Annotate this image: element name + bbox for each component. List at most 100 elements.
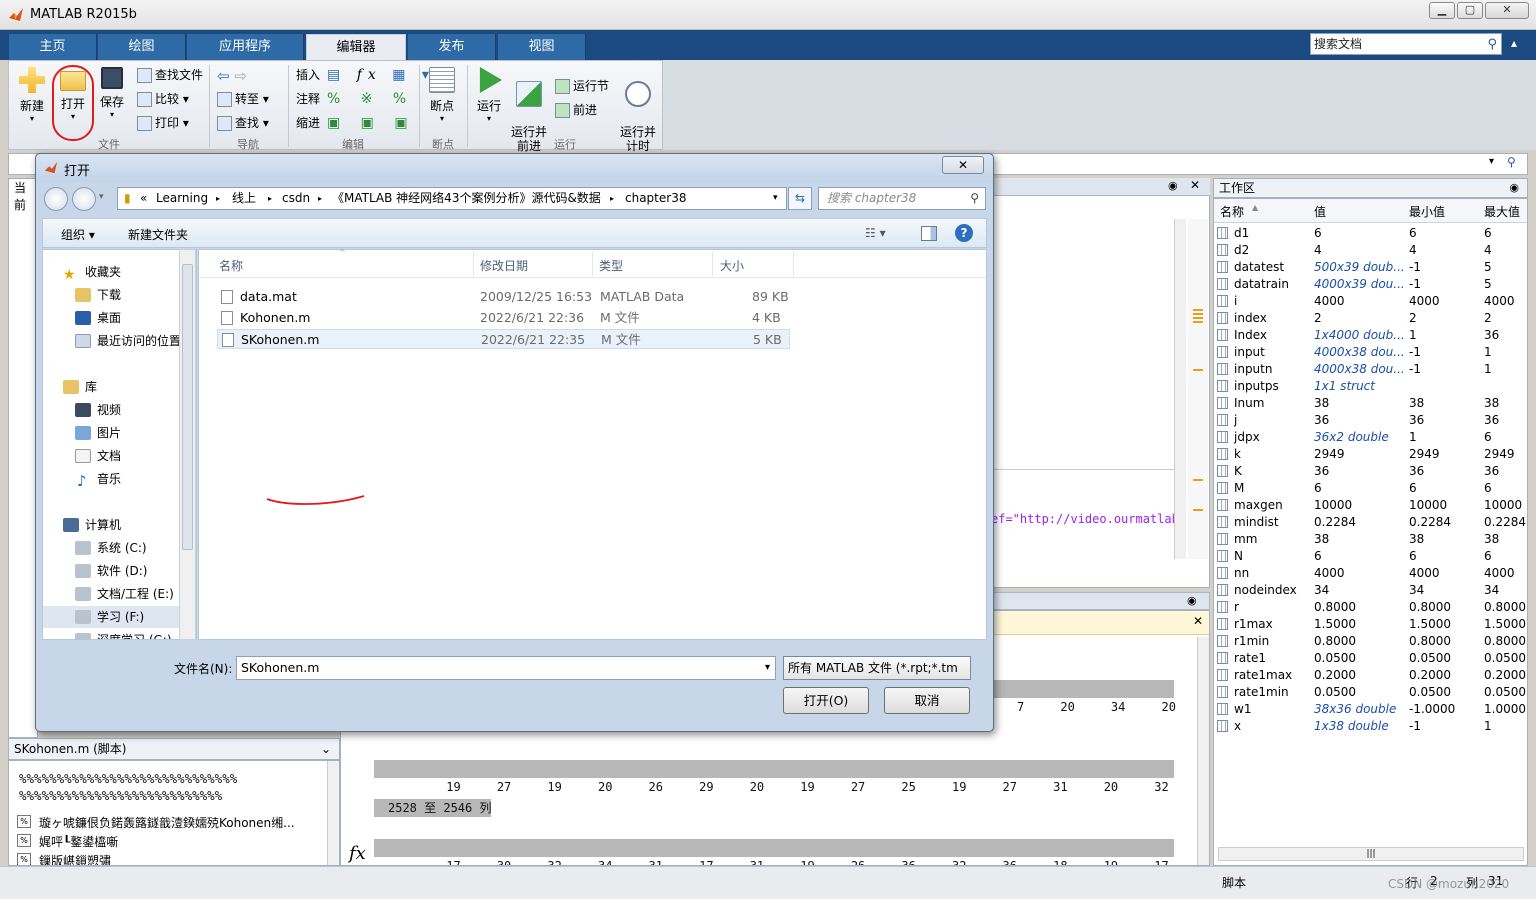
detail-section-item[interactable]: 璇ヶ唬鐮佷负鍩轰簬鐩戠潱鍨嬬殑Kohonen缃... (39, 814, 295, 831)
workspace-row[interactable]: nn 4000 4000 4000 (1214, 565, 1527, 582)
dialog-close-button[interactable]: ✕ (942, 156, 984, 174)
breadcrumb-overflow[interactable]: « (140, 188, 147, 209)
details-panel-header[interactable]: SKohonen.m (脚本) ⌄ (8, 738, 340, 760)
workspace-row[interactable]: r1min 0.8000 0.8000 0.8000 (1214, 633, 1527, 650)
chevron-down-icon[interactable]: ⌄ (321, 739, 331, 759)
command-scrollbar[interactable] (1197, 637, 1209, 865)
workspace-row[interactable]: mm 38 38 38 (1214, 531, 1527, 548)
chevron-down-icon[interactable]: ◉ (1187, 594, 1197, 607)
workspace-row[interactable]: maxgen 10000 10000 10000 (1214, 497, 1527, 514)
close-icon[interactable]: ✕ (1190, 178, 1200, 192)
workspace-row[interactable]: k 2949 2949 2949 (1214, 446, 1527, 463)
workspace-row[interactable]: mindist 0.2284 0.2284 0.2284 (1214, 514, 1527, 531)
warning-marker[interactable] (1193, 309, 1203, 323)
address-dropdown-icon[interactable]: ▾ (1489, 156, 1494, 167)
breadcrumb-book[interactable]: 《MATLAB 神经网络43个案例分析》源代码&数据 (332, 188, 601, 209)
column-name[interactable]: 名称 (1220, 203, 1244, 220)
maximize-button[interactable]: ▢ (1457, 2, 1483, 19)
workspace-row[interactable]: r1max 1.5000 1.5000 1.5000 (1214, 616, 1527, 633)
workspace-row[interactable]: datatest 500x39 doub... -1 5 (1214, 259, 1527, 276)
breadcrumb-online[interactable]: 线上 (232, 188, 256, 209)
breadcrumb-learning[interactable]: Learning (156, 188, 208, 209)
breakpoints-button[interactable]: 断点 ▾ (424, 67, 460, 123)
column-size[interactable]: 大小 (720, 257, 744, 274)
detail-section-item[interactable]: 鏁版嵁鎻愬彇 (39, 852, 111, 865)
tab-apps[interactable]: 应用程序 (187, 34, 304, 60)
column-max[interactable]: 最大值 (1484, 203, 1520, 220)
insert-button[interactable]: 插入 (296, 65, 320, 85)
details-scrollbar[interactable] (327, 761, 339, 865)
collapse-ribbon-icon[interactable]: ▴ (1511, 36, 1525, 54)
column-date[interactable]: 修改日期 (480, 257, 528, 274)
path-dropdown-icon[interactable]: ▾ (773, 188, 778, 209)
tab-home[interactable]: 主页 (9, 34, 97, 60)
find-button[interactable]: 查找 ▾ (217, 113, 269, 133)
open-file-button[interactable]: 打开(O) (783, 687, 869, 714)
workspace-row[interactable]: rate1min 0.0500 0.0500 0.0500 (1214, 684, 1527, 701)
workspace-row[interactable]: jdpx 36x2 double 1 6 (1214, 429, 1527, 446)
dialog-search-input[interactable]: 搜索 chapter38 ⚲ (818, 187, 986, 210)
workspace-row[interactable]: rate1 0.0500 0.0500 0.0500 (1214, 650, 1527, 667)
back-button[interactable] (44, 187, 68, 211)
goto-button[interactable]: 转至 ▾ (217, 89, 269, 109)
indent-icons[interactable]: ▣ ▣ ▣ (327, 115, 416, 131)
workspace-hscrollbar[interactable]: ||| (1218, 847, 1524, 861)
scrollbar-thumb[interactable] (182, 264, 193, 550)
detail-section-item[interactable]: 娓呯┖鐜鍙橀噺 (39, 833, 118, 850)
run-section-button[interactable]: 运行节 (555, 76, 609, 96)
workspace-row[interactable]: N 6 6 6 (1214, 548, 1527, 565)
breadcrumb-csdn[interactable]: csdn (282, 188, 310, 209)
file-row[interactable]: SKohonen.m 2022/6/21 22:35 M 文件 5 KB (217, 329, 790, 349)
filetype-select[interactable]: 所有 MATLAB 文件 (*.rpt;*.tm (783, 656, 971, 680)
workspace-row[interactable]: inputps 1x1 struct (1214, 378, 1527, 395)
tab-plots[interactable]: 绘图 (98, 34, 186, 60)
workspace-row[interactable]: input 4000x38 dou... -1 1 (1214, 344, 1527, 361)
workspace-row[interactable]: Inum 38 38 38 (1214, 395, 1527, 412)
comment-icons[interactable]: % ※ % (327, 91, 414, 107)
find-files-button[interactable]: 查找文件 (137, 65, 203, 85)
column-value[interactable]: 值 (1314, 203, 1326, 220)
workspace-row[interactable]: nodeindex 34 34 34 (1214, 582, 1527, 599)
workspace-row[interactable]: i 4000 4000 4000 (1214, 293, 1527, 310)
indent-button[interactable]: 缩进 (296, 113, 320, 133)
file-row[interactable]: Kohonen.m 2022/6/21 22:36 M 文件 4 KB (217, 308, 790, 328)
view-options-icon[interactable]: ☷ ▾ (865, 226, 886, 240)
workspace-row[interactable]: Index 1x4000 doub... 1 36 (1214, 327, 1527, 344)
nav-pane-scrollbar[interactable] (179, 249, 196, 640)
advance-button[interactable]: 前进 (555, 100, 597, 120)
editor-scrollbar[interactable] (1174, 219, 1186, 559)
filename-input[interactable]: SKohonen.m ▾ (236, 656, 776, 680)
column-min[interactable]: 最小值 (1409, 203, 1445, 220)
warning-marker[interactable] (1193, 479, 1203, 481)
close-icon[interactable]: ✕ (1193, 614, 1203, 628)
file-row[interactable]: data.mat 2009/12/25 16:53 MATLAB Data 89 KB (217, 287, 790, 307)
workspace-row[interactable]: M 6 6 6 (1214, 480, 1527, 497)
compare-button[interactable]: 比较 ▾ (137, 89, 189, 109)
new-folder-button[interactable]: 新建文件夹 (128, 226, 188, 243)
run-button[interactable]: 运行 ▾ (471, 67, 507, 123)
new-button[interactable]: 新建 ▾ (15, 67, 49, 123)
workspace-row[interactable]: index 2 2 2 (1214, 310, 1527, 327)
chevron-down-icon[interactable]: ◉ (1509, 179, 1519, 197)
workspace-row[interactable]: x 1x38 double -1 1 (1214, 718, 1527, 735)
address-search-icon[interactable]: ⚲ (1507, 155, 1516, 169)
warning-marker[interactable] (1193, 369, 1203, 371)
editor-code-line[interactable]: ef="http://video.ourmatlab (991, 512, 1179, 526)
workspace-row[interactable]: inputn 4000x38 dou... -1 1 (1214, 361, 1527, 378)
tab-view[interactable]: 视图 (498, 34, 586, 60)
print-button[interactable]: 打印 ▾ (137, 113, 189, 133)
workspace-row[interactable]: datatrain 4000x39 dou... -1 5 (1214, 276, 1527, 293)
workspace-row[interactable]: w1 38x36 double -1.0000 1.0000 (1214, 701, 1527, 718)
forward-button[interactable] (72, 187, 96, 211)
workspace-row[interactable]: d1 6 6 6 (1214, 225, 1527, 242)
workspace-row[interactable]: K 36 36 36 (1214, 463, 1527, 480)
save-button[interactable]: 保存 ▾ (95, 67, 129, 119)
workspace-row[interactable]: rate1max 0.2000 0.2000 0.2000 (1214, 667, 1527, 684)
breadcrumb-chapter[interactable]: chapter38 (625, 188, 686, 209)
workspace-row[interactable]: j 36 36 36 (1214, 412, 1527, 429)
tab-editor[interactable]: 编辑器 (306, 34, 406, 60)
cancel-button[interactable]: 取消 (884, 687, 970, 714)
workspace-row[interactable]: r 0.8000 0.8000 0.8000 (1214, 599, 1527, 616)
path-breadcrumb[interactable]: ▮ « Learning ▸ 线上 ▸ csdn ▸ 《MATLAB 神经网络4… (117, 187, 787, 210)
filename-dropdown-icon[interactable]: ▾ (765, 657, 770, 679)
